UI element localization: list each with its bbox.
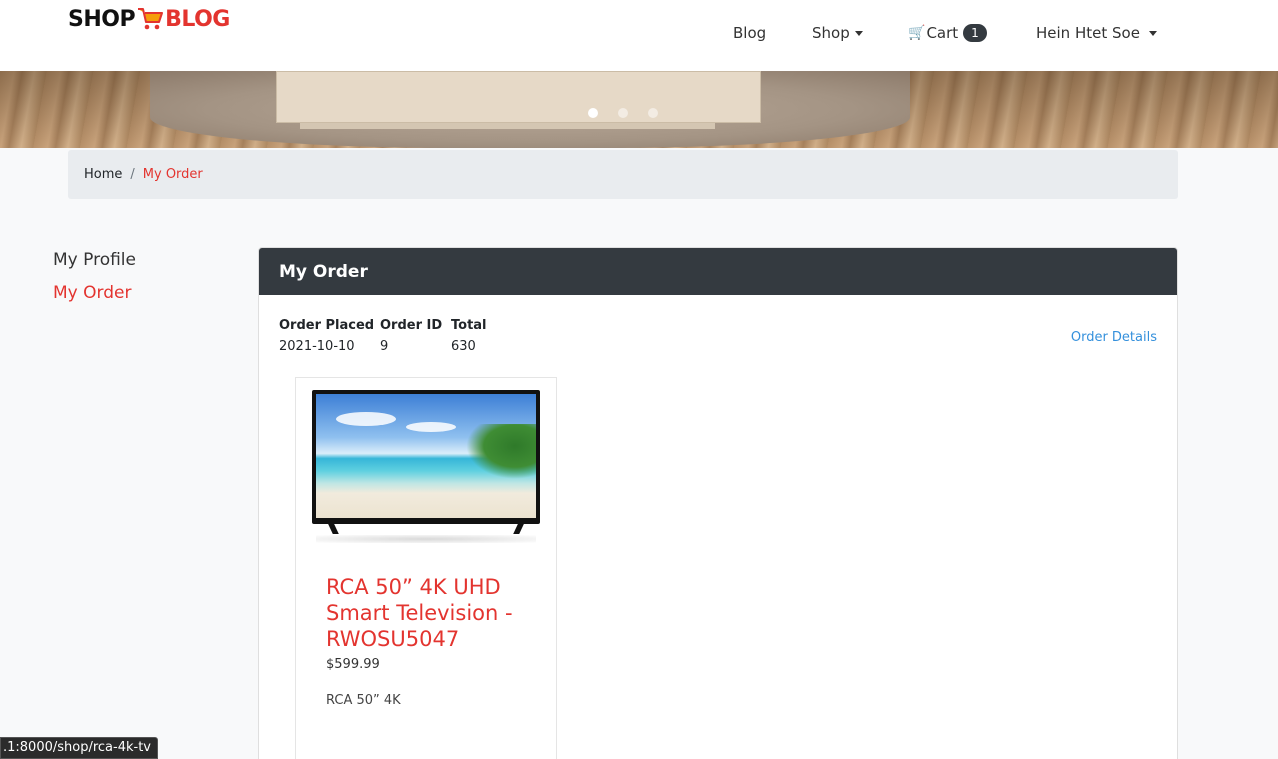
nav-blog-label: Blog [733, 24, 767, 42]
carousel-image-cabinet-base [300, 123, 715, 129]
carousel-indicator[interactable] [588, 108, 598, 118]
carousel-indicator[interactable] [648, 108, 658, 118]
carousel-indicators [588, 108, 658, 118]
product-image[interactable] [312, 390, 540, 543]
screen-cloud [406, 422, 456, 432]
sidebar-item-my-order[interactable]: My Order [53, 283, 131, 303]
order-placed-block: Order Placed 2021-10-10 [279, 318, 374, 354]
cart-count-badge: 1 [963, 24, 987, 42]
sidebar-item-my-profile[interactable]: My Profile [53, 250, 136, 270]
breadcrumb-home-link[interactable]: Home [84, 167, 122, 182]
product-price: $599.99 [326, 657, 380, 672]
tv-shadow [316, 535, 536, 543]
brand-logo[interactable]: SHOP BLOG [68, 6, 230, 32]
order-id-value: 9 [380, 339, 389, 354]
order-total-block: Total 630 [451, 318, 487, 354]
order-placed-value: 2021-10-10 [279, 339, 355, 354]
breadcrumb-separator: / [130, 167, 135, 182]
breadcrumb-current: My Order [142, 167, 203, 182]
hero-carousel [0, 71, 1278, 148]
nav-cart-label: Cart [926, 24, 959, 42]
brand-blog-text: BLOG [165, 6, 230, 32]
order-card-title: My Order [259, 248, 1177, 295]
order-details-link[interactable]: Order Details [1071, 330, 1157, 345]
user-name-label: Hein Htet Soe [1036, 24, 1140, 42]
screen-palm [466, 424, 536, 479]
product-card[interactable]: RCA 50” 4K UHD Smart Television - RWOSU5… [295, 377, 557, 759]
tv-screen [316, 394, 536, 518]
breadcrumb: Home / My Order [68, 150, 1178, 199]
nav-shop-dropdown[interactable]: Shop [812, 24, 863, 42]
tv-frame [312, 390, 540, 524]
order-card: My Order Order Placed 2021-10-10 Order I… [258, 247, 1178, 759]
cart-icon: 🛒 [908, 25, 926, 41]
carousel-image-cabinet [276, 71, 761, 123]
order-total-value: 630 [451, 339, 476, 354]
product-name-link[interactable]: RCA 50” 4K UHD Smart Television - RWOSU5… [326, 574, 536, 652]
chevron-down-icon [1148, 30, 1157, 36]
brand-shop-text: SHOP [68, 6, 136, 32]
order-total-label: Total [451, 318, 487, 333]
screen-cloud [336, 412, 396, 426]
top-navbar: SHOP BLOG Blog Shop 🛒 Cart 1 Hein Htet S… [0, 0, 1278, 71]
carousel-indicator[interactable] [618, 108, 628, 118]
nav-shop-label: Shop [812, 24, 850, 42]
user-menu-dropdown[interactable]: Hein Htet Soe [1036, 24, 1157, 42]
order-placed-label: Order Placed [279, 318, 375, 333]
product-description: RCA 50” 4K [326, 693, 401, 708]
chevron-down-icon [854, 30, 863, 36]
nav-blog-link[interactable]: Blog [733, 24, 766, 42]
order-id-block: Order ID 9 [380, 318, 442, 354]
browser-status-url: .1:8000/shop/rca-4k-tv [0, 737, 158, 759]
shopping-cart-icon [138, 8, 164, 30]
nav-cart-link[interactable]: 🛒 Cart 1 [908, 24, 987, 42]
order-id-label: Order ID [380, 318, 443, 333]
